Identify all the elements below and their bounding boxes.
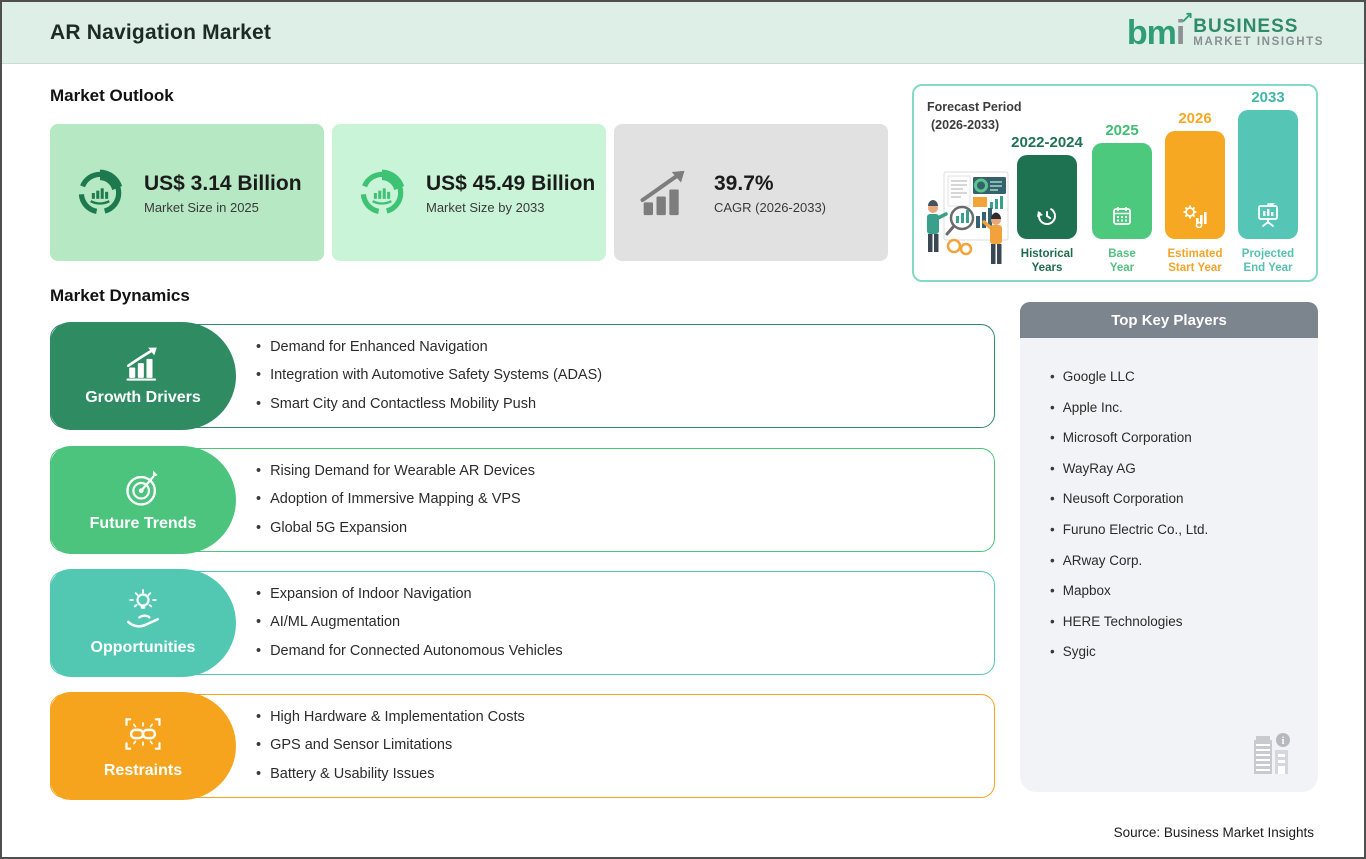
growth-arrow-icon: [640, 170, 685, 215]
future-trends-label: Future Trends: [50, 446, 236, 554]
bmi-logo-mark-icon: bmi ↗: [1126, 8, 1193, 52]
bullet-item: Demand for Enhanced Navigation: [256, 338, 994, 358]
bullet-item: High Hardware & Implementation Costs: [256, 708, 994, 728]
gear-chart-icon: [1183, 205, 1207, 228]
bullet-item: Integration with Automotive Safety Syste…: [256, 366, 994, 386]
forecast-year-base: 2025: [1105, 122, 1139, 139]
key-player-item: Sygic: [1050, 637, 1318, 668]
bullet-item: GPS and Sensor Limitations: [256, 736, 994, 756]
forecast-year-end: 2033: [1251, 89, 1285, 106]
key-player-item: ARway Corp.: [1050, 546, 1318, 577]
cagr-value: 39.7%: [714, 171, 774, 195]
donut-chart-icon: [78, 169, 123, 214]
forecast-bar-start: [1165, 131, 1225, 239]
infographic-page: AR Navigation Market bmi ↗ BUSINESS MARK…: [0, 0, 1366, 859]
market-size-2033-value: US$ 45.49 Billion: [426, 171, 596, 195]
svg-text:i: i: [1282, 736, 1285, 747]
bullet-item: Smart City and Contactless Mobility Push: [256, 395, 994, 415]
logo-arrow-icon: ↗: [1180, 8, 1194, 26]
bar-chart-arrow-icon: [126, 347, 157, 381]
key-player-item: Microsoft Corporation: [1050, 423, 1318, 454]
forecast-year-historical: 2022-2024: [1011, 134, 1083, 151]
market-outlook-heading: Market Outlook: [50, 86, 174, 105]
history-clock-icon: [1037, 207, 1056, 225]
forecast-bar-historical: [1017, 155, 1077, 239]
bullet-item: Demand for Connected Autonomous Vehicles: [256, 642, 994, 662]
key-player-item: HERE Technologies: [1050, 607, 1318, 638]
bmi-logo: bmi ↗ BUSINESS MARKET INSIGHTS: [1126, 8, 1324, 52]
forecast-period-title: Forecast Period (2026-2033): [927, 100, 1022, 133]
forecast-label-historical: Historical Years: [1020, 248, 1074, 275]
key-player-item: Mapbox: [1050, 576, 1318, 607]
market-size-2025-label: Market Size in 2025: [144, 200, 259, 216]
market-size-2025-card: US$ 3.14 Billion Market Size in 2025: [50, 124, 324, 261]
forecast-bar-end: [1238, 110, 1298, 239]
forecast-label-end: Projected End Year: [1241, 248, 1295, 275]
dynamics-row-opportunities: Expansion of Indoor Navigation AI/ML Aug…: [50, 569, 995, 677]
forecast-period-panel: Forecast Period (2026-2033) 2022-2024 20…: [912, 84, 1318, 282]
top-key-players-panel: Top Key Players Google LLC Apple Inc. Mi…: [1020, 302, 1318, 792]
key-player-item: WayRay AG: [1050, 454, 1318, 485]
cagr-label: CAGR (2026-2033): [714, 200, 826, 216]
key-player-item: Furuno Electric Co., Ltd.: [1050, 515, 1318, 546]
cagr-card: 39.7% CAGR (2026-2033): [614, 124, 888, 261]
market-size-2033-label: Market Size by 2033: [426, 200, 545, 216]
restraints-label: Restraints: [50, 692, 236, 800]
growth-drivers-label: Growth Drivers: [50, 322, 236, 430]
logo-line2: MARKET INSIGHTS: [1193, 36, 1324, 49]
presentation-icon: [1258, 203, 1278, 227]
forecast-year-start: 2026: [1178, 110, 1212, 127]
market-size-2033-card: US$ 45.49 Billion Market Size by 2033: [332, 124, 606, 261]
source-note: Source: Business Market Insights: [1113, 825, 1314, 840]
market-dynamics-heading: Market Dynamics: [50, 286, 190, 305]
bullet-item: Adoption of Immersive Mapping & VPS: [256, 490, 994, 510]
donut-chart-icon: [360, 169, 405, 214]
logo-line1: BUSINESS: [1193, 15, 1299, 37]
company-building-icon: i: [1254, 733, 1290, 774]
bullet-item: Expansion of Indoor Navigation: [256, 585, 994, 605]
key-player-item: Apple Inc.: [1050, 393, 1318, 424]
calendar-icon: [1113, 207, 1131, 225]
key-player-item: Neusoft Corporation: [1050, 484, 1318, 515]
top-key-players-list: Google LLC Apple Inc. Microsoft Corporat…: [1020, 338, 1318, 792]
header-bar: AR Navigation Market bmi ↗ BUSINESS MARK…: [2, 2, 1364, 64]
opportunities-label: Opportunities: [50, 569, 236, 677]
bullet-item: Rising Demand for Wearable AR Devices: [256, 462, 994, 482]
dynamics-row-growth-drivers: Demand for Enhanced Navigation Integrati…: [50, 322, 995, 430]
bmi-logo-text: BUSINESS MARKET INSIGHTS: [1193, 15, 1324, 49]
target-dart-icon: [126, 470, 158, 506]
page-title: AR Navigation Market: [50, 20, 272, 44]
dynamics-row-restraints: High Hardware & Implementation Costs GPS…: [50, 692, 995, 800]
key-player-item: Google LLC: [1050, 362, 1318, 393]
top-key-players-heading: Top Key Players: [1020, 302, 1318, 338]
bullet-item: Global 5G Expansion: [256, 519, 994, 539]
market-size-2025-value: US$ 3.14 Billion: [144, 171, 302, 195]
bullet-item: AI/ML Augmentation: [256, 613, 994, 633]
market-outlook-cards: US$ 3.14 Billion Market Size in 2025 US$…: [50, 124, 888, 261]
dynamics-row-future-trends: Rising Demand for Wearable AR Devices Ad…: [50, 446, 995, 554]
forecast-bar-base: [1092, 143, 1152, 239]
chain-link-icon: [125, 718, 161, 750]
hand-lightbulb-icon: [127, 589, 159, 628]
bullet-item: Battery & Usability Issues: [256, 765, 994, 785]
